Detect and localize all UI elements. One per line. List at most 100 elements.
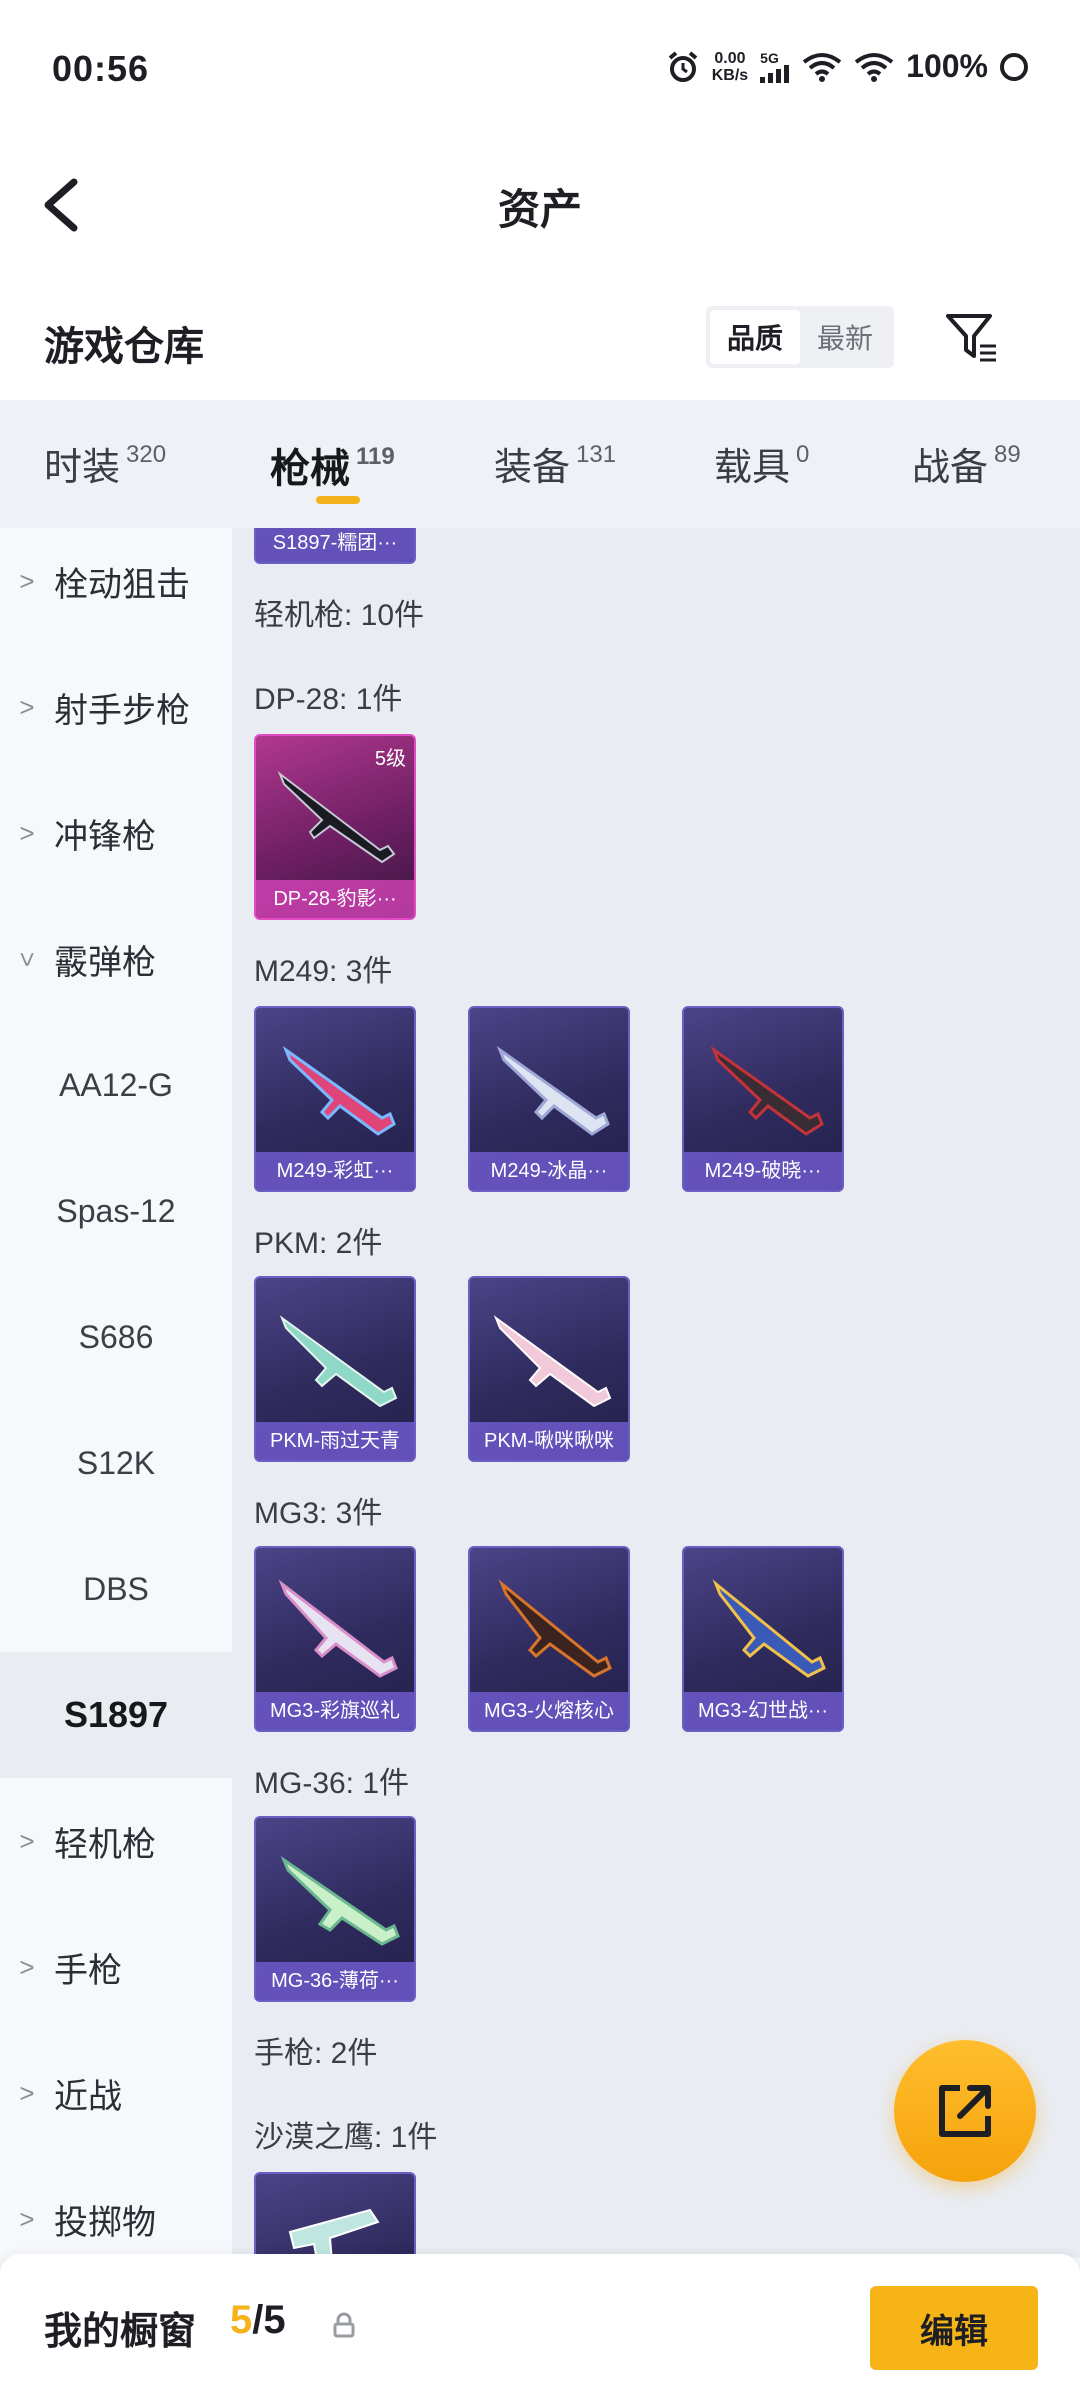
weapon-card-name: MG3-彩旗巡礼 [256, 1692, 414, 1730]
weapon-card[interactable]: PKM-雨过天青 [254, 1276, 416, 1462]
pistol-gun-icon [288, 2208, 380, 2258]
warehouse-title: 游戏仓库 [44, 325, 204, 369]
tab-count: 89 [994, 441, 1021, 468]
weapon-card-name: M249-冰晶··· [470, 1152, 628, 1190]
tab-label: 载具 [714, 447, 791, 489]
sidebar-item-bolt-sniper[interactable]: > 栓动狙击 [0, 528, 232, 644]
tab-equipment[interactable]: 装备 131 [494, 436, 616, 491]
tab-label: 战备 [912, 447, 989, 489]
lmg-gun-icon [282, 1045, 396, 1136]
sidebar-item-melee[interactable]: > 近战 [0, 2030, 232, 2156]
net-speed: 0.00 KB/s [712, 50, 748, 84]
sidebar-item-label: 手枪 [54, 1951, 122, 1990]
weapon-card[interactable]: 5级 DP-28-豹影··· [254, 734, 416, 920]
sidebar-item-marksman-rifle[interactable]: > 射手步枪 [0, 644, 232, 770]
weapon-card[interactable]: M249-破晓··· [682, 1006, 844, 1192]
tab-label: 时装 [44, 447, 121, 489]
sort-toggle: 品质 最新 [706, 306, 894, 368]
weapon-card[interactable]: M249-彩虹··· [254, 1006, 416, 1192]
chevron-right-icon: > [19, 2203, 35, 2234]
status-icons: 0.00 KB/s 5G 100% [666, 48, 1028, 85]
wifi-icon-2 [854, 52, 894, 82]
chevron-right-icon: > [19, 2077, 35, 2108]
tab-firearms[interactable]: 枪械 119 [270, 436, 395, 504]
chevron-right-icon: > [19, 691, 35, 722]
sidebar-subitem-s1897[interactable]: S1897 [0, 1652, 232, 1778]
sort-newest-button[interactable]: 最新 [800, 310, 890, 364]
sidebar-item-smg[interactable]: > 冲锋枪 [0, 770, 232, 896]
sidebar-item-throwable[interactable]: > 投掷物 [0, 2156, 232, 2258]
tab-label: 装备 [494, 447, 571, 489]
share-fab-button[interactable] [894, 2040, 1036, 2182]
weapon-card-name: MG-36-薄荷··· [256, 1962, 414, 2000]
sidebar-item-label: 近战 [54, 2077, 122, 2116]
sidebar-subitem-dbs[interactable]: DBS [0, 1526, 232, 1652]
tab-fashion[interactable]: 时装 320 [44, 436, 166, 491]
sort-quality-button[interactable]: 品质 [710, 310, 800, 364]
lmg-gun-icon [496, 1045, 610, 1136]
weapon-card-name: M249-彩虹··· [256, 1152, 414, 1190]
weapon-card[interactable] [254, 2172, 416, 2258]
battery-ring-icon [1000, 52, 1028, 81]
tab-count: 119 [356, 443, 395, 470]
sidebar-item-lmg[interactable]: > 轻机枪 [0, 1778, 232, 1904]
cell-signal: 5G [760, 51, 790, 83]
weapon-category-sidebar: > 栓动狙击 > 射手步枪 > 冲锋枪 > 霰弹枪 AA12-G Spas-12 S68… [0, 528, 232, 2258]
tab-count: 0 [796, 441, 810, 468]
weapon-grid: S1897-糯团··· 轻机枪: 10件 DP-28: 1件 5级 DP-28-… [232, 528, 1080, 2258]
tab-count: 320 [126, 441, 167, 468]
showcase-bar: 我的橱窗 5/5 编辑 [0, 2254, 1080, 2400]
network-type: 5G [760, 49, 779, 66]
weapon-card[interactable]: S1897-糯团··· [254, 528, 416, 564]
tab-vehicles[interactable]: 载具 0 [714, 436, 809, 491]
tab-supplies[interactable]: 战备 89 [912, 436, 1021, 491]
tab-label: 枪械 [270, 447, 350, 491]
external-link-icon [939, 2085, 991, 2137]
weapon-card-name: S1897-糯团··· [256, 528, 414, 562]
weapon-card-name: PKM-雨过天青 [256, 1422, 414, 1460]
weapon-card-name: PKM-啾咪啾咪 [470, 1422, 628, 1460]
group-label-pkm: PKM: 2件 [254, 1227, 383, 1260]
showcase-title: 我的橱窗 [44, 2311, 197, 2353]
edit-button[interactable]: 编辑 [870, 2286, 1038, 2370]
lmg-gun-icon [712, 1579, 826, 1678]
group-label-mg36: MG-36: 1件 [254, 1767, 410, 1800]
sidebar-item-label: 投掷物 [54, 2203, 156, 2242]
lmg-gun-icon [279, 1315, 398, 1408]
weapon-card[interactable]: PKM-啾咪啾咪 [468, 1276, 630, 1462]
weapon-card[interactable]: MG3-幻世战··· [682, 1546, 844, 1732]
sidebar-item-pistol[interactable]: > 手枪 [0, 1904, 232, 2030]
active-tab-indicator [316, 496, 360, 504]
group-label-mg3: MG3: 3件 [254, 1497, 383, 1530]
weapon-card[interactable]: MG3-火熔核心 [468, 1546, 630, 1732]
rifle-gun-icon [280, 1855, 400, 1946]
weapon-card[interactable]: M249-冰晶··· [468, 1006, 630, 1192]
filter-icon[interactable] [944, 310, 1000, 364]
group-label-pistol: 手枪: 2件 [254, 2037, 378, 2070]
alarm-icon [668, 50, 697, 82]
group-label-desert-eagle: 沙漠之鹰: 1件 [254, 2121, 438, 2154]
sidebar-subitem-s12k[interactable]: S12K [0, 1400, 232, 1526]
category-tabs: 时装 320 枪械 119 装备 131 载具 0 战备 89 [0, 400, 1080, 528]
weapon-card-name: MG3-幻世战··· [684, 1692, 842, 1730]
lmg-gun-icon [710, 1045, 824, 1136]
weapon-card[interactable]: MG3-彩旗巡礼 [254, 1546, 416, 1732]
lock-icon [333, 2312, 355, 2338]
sidebar-item-label: 射手步枪 [54, 691, 190, 730]
page-title: 资产 [497, 186, 582, 233]
sidebar-item-label: 栓动狙击 [54, 565, 190, 604]
weapon-card[interactable]: MG-36-薄荷··· [254, 1816, 416, 2002]
showcase-count-total: /5 [252, 2298, 286, 2342]
sidebar-item-label: 轻机枪 [54, 1825, 156, 1864]
sidebar-subitem-s686[interactable]: S686 [0, 1274, 232, 1400]
tab-count: 131 [576, 441, 617, 468]
sidebar-subitem-aa12g[interactable]: AA12-G [0, 1022, 232, 1148]
nav-bar: 资产 [0, 140, 1080, 270]
weapon-card-name: MG3-火熔核心 [470, 1692, 628, 1730]
lmg-gun-icon [493, 1315, 612, 1408]
net-speed-value: 0.00 [714, 49, 746, 67]
wifi-icon [802, 52, 842, 82]
sidebar-item-label: 霰弹枪 [54, 943, 156, 982]
sidebar-item-shotgun[interactable]: > 霰弹枪 [0, 896, 232, 1022]
sidebar-subitem-spas12[interactable]: Spas-12 [0, 1148, 232, 1274]
